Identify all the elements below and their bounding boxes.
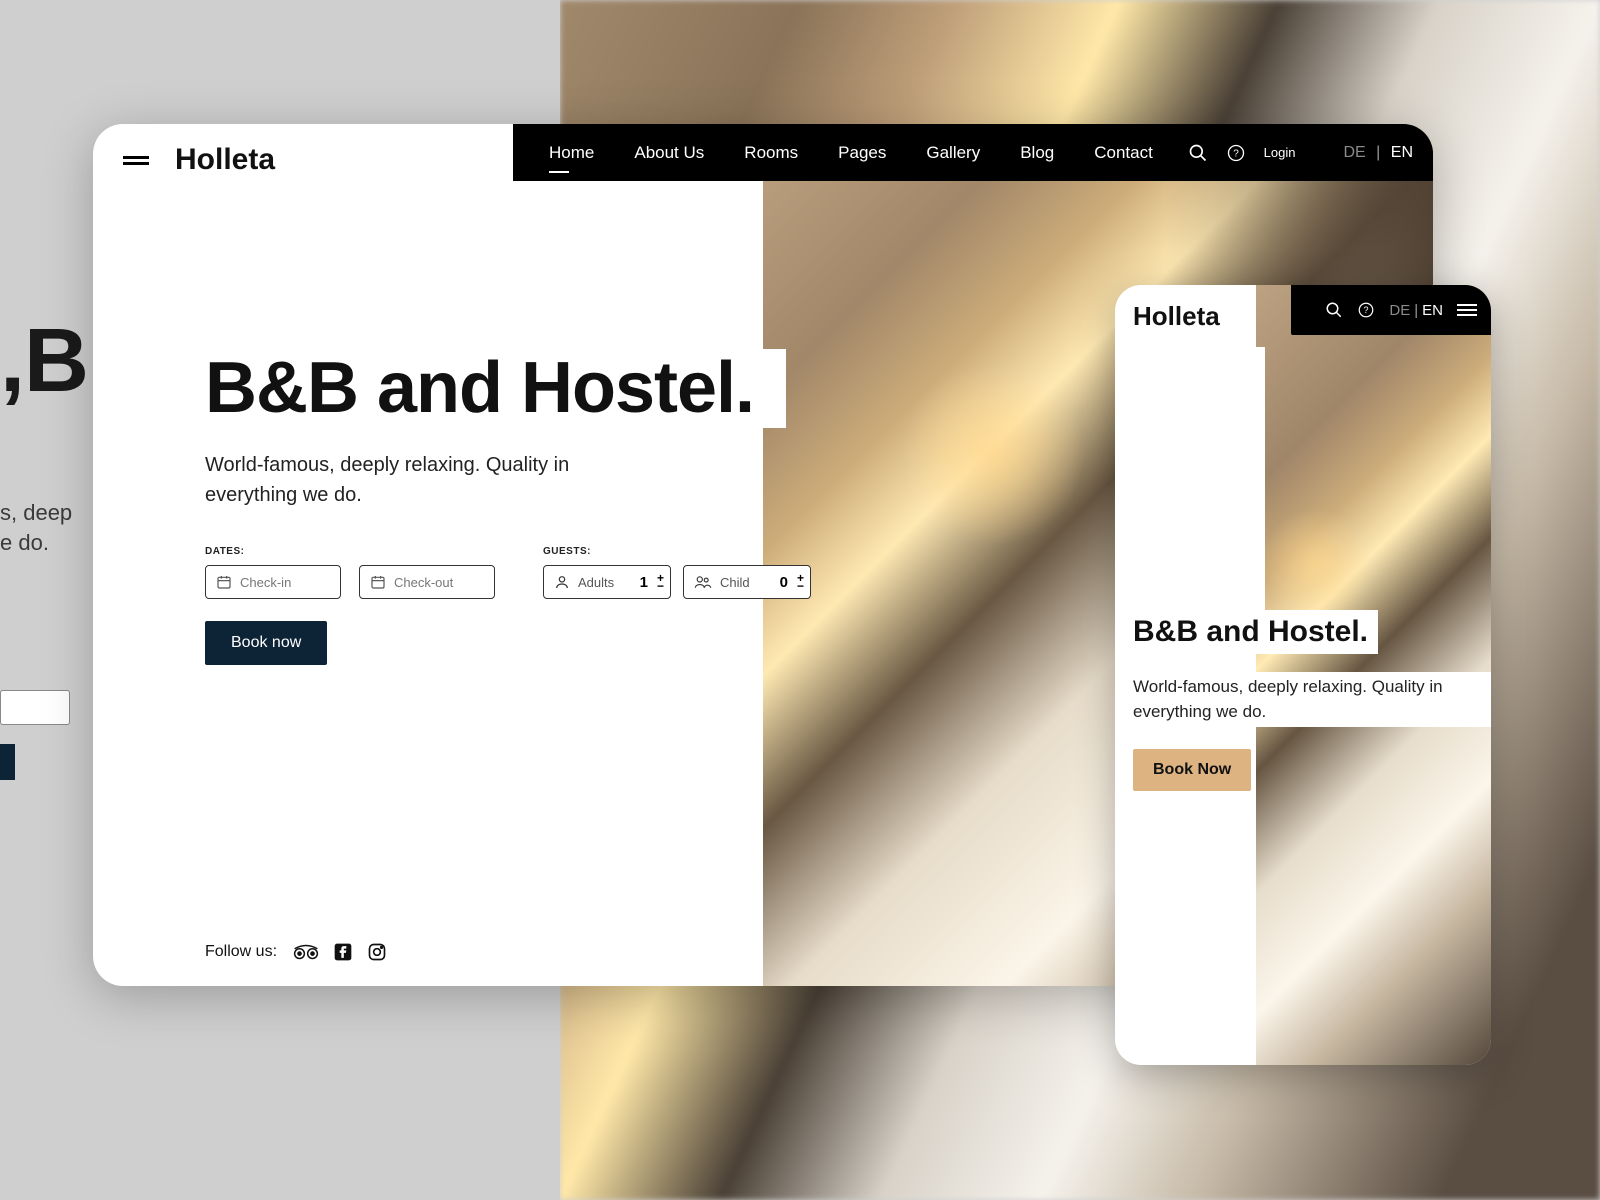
booking-form: DATES: Check-in Check-out GUESTS: bbox=[205, 546, 811, 665]
child-stepper[interactable]: + − bbox=[797, 574, 804, 590]
nav-right: ? Login DE | EN bbox=[1188, 143, 1413, 163]
mobile-hero-content: B&B and Hostel. World-famous, deeply rel… bbox=[1133, 610, 1491, 791]
checkout-placeholder: Check-out bbox=[394, 575, 453, 590]
help-icon[interactable]: ? bbox=[1357, 301, 1375, 319]
hero-sub-line1: World-famous, deeply relaxing. Quality i… bbox=[205, 454, 569, 476]
mobile-mockup: Holleta ? DE|EN B&B and Hostel. World-fa… bbox=[1115, 285, 1491, 1065]
hero-content: B&B and Hostel. World-famous, deeply rel… bbox=[205, 349, 811, 665]
lang-en[interactable]: EN bbox=[1422, 302, 1443, 319]
people-icon bbox=[694, 574, 712, 590]
follow-label: Follow us: bbox=[205, 943, 277, 961]
mobile-book-button[interactable]: Book Now bbox=[1133, 749, 1251, 791]
language-switcher[interactable]: DE | EN bbox=[1343, 144, 1413, 162]
follow-section: Follow us: bbox=[205, 942, 387, 962]
faded-field bbox=[0, 690, 70, 725]
nav-links: Home About Us Rooms Pages Gallery Blog C… bbox=[549, 143, 1153, 163]
checkin-placeholder: Check-in bbox=[240, 575, 291, 590]
lang-en[interactable]: EN bbox=[1391, 144, 1413, 161]
adults-field[interactable]: Adults 1 + − bbox=[543, 565, 671, 599]
desktop-topbar: Holleta Home About Us Rooms Pages Galler… bbox=[93, 124, 1433, 196]
adults-stepper[interactable]: + − bbox=[657, 574, 664, 590]
nav-link-pages[interactable]: Pages bbox=[838, 143, 886, 163]
nav-link-contact[interactable]: Contact bbox=[1094, 143, 1153, 163]
mobile-subtext: World-famous, deeply relaxing. Quality i… bbox=[1133, 672, 1491, 727]
nav-link-about[interactable]: About Us bbox=[634, 143, 704, 163]
adults-value: 1 bbox=[640, 574, 648, 591]
brand-logo[interactable]: Holleta bbox=[175, 143, 275, 177]
mobile-language-switcher[interactable]: DE|EN bbox=[1389, 302, 1443, 319]
search-icon[interactable] bbox=[1188, 143, 1208, 163]
nav-bar: Home About Us Rooms Pages Gallery Blog C… bbox=[513, 124, 1433, 181]
search-icon[interactable] bbox=[1325, 301, 1343, 319]
guests-label: GUESTS: bbox=[543, 546, 811, 557]
faded-subtext-2: e do. bbox=[0, 530, 49, 556]
tripadvisor-icon[interactable] bbox=[293, 943, 319, 961]
login-link[interactable]: Login bbox=[1264, 145, 1296, 160]
svg-text:?: ? bbox=[1233, 148, 1239, 159]
faded-subtext-1: s, deep bbox=[0, 500, 72, 526]
calendar-icon bbox=[370, 574, 386, 590]
minus-icon[interactable]: − bbox=[797, 582, 804, 590]
book-now-button[interactable]: Book now bbox=[205, 621, 327, 665]
lang-de[interactable]: DE bbox=[1389, 302, 1410, 319]
person-icon bbox=[554, 574, 570, 590]
facebook-icon[interactable] bbox=[333, 942, 353, 962]
checkin-field[interactable]: Check-in bbox=[205, 565, 341, 599]
nav-link-home[interactable]: Home bbox=[549, 143, 594, 163]
calendar-icon bbox=[216, 574, 232, 590]
social-icons bbox=[293, 942, 387, 962]
mobile-topbar: Holleta ? DE|EN bbox=[1115, 285, 1491, 347]
hamburger-icon[interactable] bbox=[1457, 301, 1477, 319]
help-icon[interactable]: ? bbox=[1226, 143, 1246, 163]
nav-link-gallery[interactable]: Gallery bbox=[926, 143, 980, 163]
faded-button bbox=[0, 744, 15, 780]
mobile-white-panel bbox=[1115, 347, 1265, 622]
minus-icon[interactable]: − bbox=[657, 582, 664, 590]
lang-de[interactable]: DE bbox=[1343, 144, 1365, 161]
adults-label: Adults bbox=[578, 575, 614, 590]
dates-label: DATES: bbox=[205, 546, 495, 557]
nav-link-blog[interactable]: Blog bbox=[1020, 143, 1054, 163]
svg-text:?: ? bbox=[1364, 305, 1369, 315]
mobile-topbar-right: ? DE|EN bbox=[1291, 285, 1491, 335]
child-label: Child bbox=[720, 575, 750, 590]
hamburger-icon[interactable] bbox=[123, 153, 149, 168]
child-value: 0 bbox=[780, 574, 788, 591]
mobile-headline: B&B and Hostel. bbox=[1133, 610, 1378, 654]
hero-sub-line2: everything we do. bbox=[205, 484, 362, 506]
lang-separator: | bbox=[1414, 302, 1418, 319]
faded-headline: ,B bbox=[0, 310, 88, 413]
checkout-field[interactable]: Check-out bbox=[359, 565, 495, 599]
mobile-brand[interactable]: Holleta bbox=[1133, 301, 1226, 332]
lang-separator: | bbox=[1376, 144, 1380, 161]
nav-link-rooms[interactable]: Rooms bbox=[744, 143, 798, 163]
hero-subtext: World-famous, deeply relaxing. Quality i… bbox=[205, 450, 575, 510]
instagram-icon[interactable] bbox=[367, 942, 387, 962]
child-field[interactable]: Child 0 + − bbox=[683, 565, 811, 599]
hero-headline: B&B and Hostel. bbox=[205, 349, 786, 428]
